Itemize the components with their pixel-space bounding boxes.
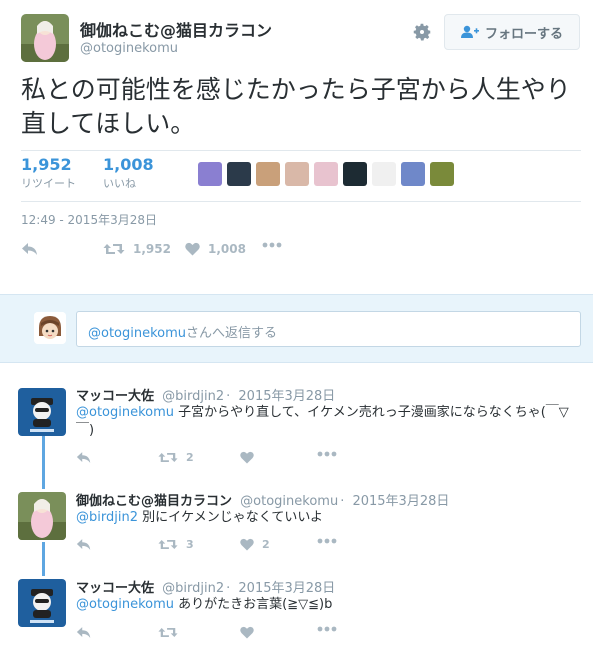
reply-body: 別にイケメンじゃなくていいよ xyxy=(137,510,324,525)
reply-author-avatar[interactable] xyxy=(18,388,66,436)
main-avatar[interactable] xyxy=(21,14,69,62)
liker-avatar[interactable] xyxy=(285,162,309,186)
reply-input-placeholder: さんへ返信する xyxy=(186,326,278,341)
retweet-icon xyxy=(158,452,178,463)
reply-text: @birdjin2 別にイケメンじゃなくていいよ xyxy=(76,509,576,527)
reply-header: マッコー大佐 @birdjin2 · 2015年3月28日 xyxy=(76,389,336,404)
liker-avatar[interactable] xyxy=(401,162,425,186)
more-button[interactable] xyxy=(262,242,282,248)
conversation-tweet: マッコー大佐 @birdjin2 · 2015年3月28日 @otoginekom… xyxy=(0,568,593,653)
reply-icon xyxy=(76,627,91,638)
liker-avatars xyxy=(198,162,454,186)
retweet-icon xyxy=(103,244,125,254)
retweet-action-count: 1,952 xyxy=(133,242,171,256)
reply-input[interactable]: @otoginekomuさんへ返信する xyxy=(76,311,581,347)
like-action-count: 1,008 xyxy=(208,242,246,256)
like-label: いいね xyxy=(103,177,136,190)
reply-mention[interactable]: @otoginekomu xyxy=(76,597,174,612)
like-button[interactable]: 1,008 xyxy=(185,242,246,256)
reply-date[interactable]: 2015年3月28日 xyxy=(352,494,449,509)
tweet-stats: 1,952 リツイート 1,008 いいね xyxy=(21,150,581,202)
retweet-button[interactable]: 2 xyxy=(158,451,194,464)
reply-text: @otoginekomu 子宮からやり直して、イケメン売れっ子漫画家にならなくち… xyxy=(76,404,576,440)
author-display-name[interactable]: 御伽ねこむ@猫目カラコン xyxy=(80,17,272,41)
more-icon xyxy=(262,242,282,248)
author-handle[interactable]: @otoginekomu xyxy=(80,41,178,56)
reply-body: ありがたきお言葉(≧▽≦)b xyxy=(174,597,333,612)
follow-button[interactable]: フォローする xyxy=(444,14,580,50)
reply-author-handle[interactable]: @birdjin2 xyxy=(162,581,224,596)
retweet-count: 2 xyxy=(186,451,194,464)
reply-icon xyxy=(22,243,37,255)
heart-icon xyxy=(240,451,254,464)
heart-icon xyxy=(185,242,200,256)
main-tweet: 御伽ねこむ@猫目カラコン @otoginekomu フォローする 私との可能性を… xyxy=(0,0,593,294)
more-icon xyxy=(317,451,337,457)
retweet-stat[interactable]: 1,952 リツイート xyxy=(21,155,76,191)
reply-date[interactable]: 2015年3月28日 xyxy=(238,389,335,404)
liker-avatar[interactable] xyxy=(314,162,338,186)
reply-author-name[interactable]: 御伽ねこむ@猫目カラコン xyxy=(76,494,232,509)
reply-button[interactable] xyxy=(76,626,92,639)
retweet-button[interactable] xyxy=(158,626,186,639)
reply-button[interactable] xyxy=(21,242,39,256)
retweet-icon xyxy=(158,627,178,638)
liker-avatar[interactable] xyxy=(430,162,454,186)
like-button[interactable] xyxy=(240,626,262,639)
reply-header: 御伽ねこむ@猫目カラコン @otoginekomu · 2015年3月28日 xyxy=(76,494,450,509)
reply-icon xyxy=(76,452,91,463)
heart-icon xyxy=(240,538,254,551)
liker-avatar[interactable] xyxy=(198,162,222,186)
liker-avatar[interactable] xyxy=(343,162,367,186)
retweet-label: リツイート xyxy=(21,177,76,190)
current-user-avatar xyxy=(34,312,66,344)
reply-header: マッコー大佐 @birdjin2 · 2015年3月28日 xyxy=(76,581,336,596)
more-icon xyxy=(317,626,337,632)
more-button[interactable] xyxy=(317,451,337,457)
reply-input-mention: @otoginekomu xyxy=(88,326,187,341)
reply-bar: @otoginekomuさんへ返信する xyxy=(0,294,593,363)
tweet-timestamp: 12:49 - 2015年3月28日 xyxy=(21,213,157,227)
more-button[interactable] xyxy=(317,626,337,632)
reply-mention[interactable]: @otoginekomu xyxy=(76,405,174,420)
reply-author-handle[interactable]: @otoginekomu xyxy=(240,494,338,509)
reply-mention[interactable]: @birdjin2 xyxy=(76,510,138,525)
reply-button[interactable] xyxy=(76,538,92,551)
like-count: 1,008 xyxy=(103,155,154,174)
retweet-count: 3 xyxy=(186,538,194,551)
more-button[interactable] xyxy=(317,538,337,544)
like-button[interactable]: 2 xyxy=(240,538,270,551)
reply-author-handle[interactable]: @birdjin2 xyxy=(162,389,224,404)
gear-icon[interactable] xyxy=(411,21,433,43)
heart-icon xyxy=(240,626,254,639)
retweet-count: 1,952 xyxy=(21,155,72,174)
reply-author-avatar[interactable] xyxy=(18,492,66,540)
liker-avatar[interactable] xyxy=(227,162,251,186)
reply-author-name[interactable]: マッコー大佐 xyxy=(76,581,154,596)
like-button[interactable] xyxy=(240,451,262,464)
follow-button-label: フォローする xyxy=(484,26,563,42)
like-stat[interactable]: 1,008 いいね xyxy=(103,155,154,191)
retweet-button[interactable]: 1,952 xyxy=(103,242,171,256)
more-icon xyxy=(317,538,337,544)
conversation-tweet: 御伽ねこむ@猫目カラコン @otoginekomu · 2015年3月28日 @b… xyxy=(0,481,593,566)
tweet-text: 私との可能性を感じたかったら子宮から人生やり直してほしい。 xyxy=(21,75,571,138)
conversation-tweet: マッコー大佐 @birdjin2 · 2015年3月28日 @otoginekom… xyxy=(0,375,593,470)
add-user-icon xyxy=(460,25,479,38)
like-count: 2 xyxy=(262,538,270,551)
liker-avatar[interactable] xyxy=(256,162,280,186)
reply-author-avatar[interactable] xyxy=(18,579,66,627)
reply-button[interactable] xyxy=(76,451,92,464)
reply-text: @otoginekomu ありがたきお言葉(≧▽≦)b xyxy=(76,596,576,614)
reply-icon xyxy=(76,539,91,550)
reply-author-name[interactable]: マッコー大佐 xyxy=(76,389,154,404)
retweet-icon xyxy=(158,539,178,550)
liker-avatar[interactable] xyxy=(372,162,396,186)
retweet-button[interactable]: 3 xyxy=(158,538,194,551)
reply-date[interactable]: 2015年3月28日 xyxy=(238,581,335,596)
